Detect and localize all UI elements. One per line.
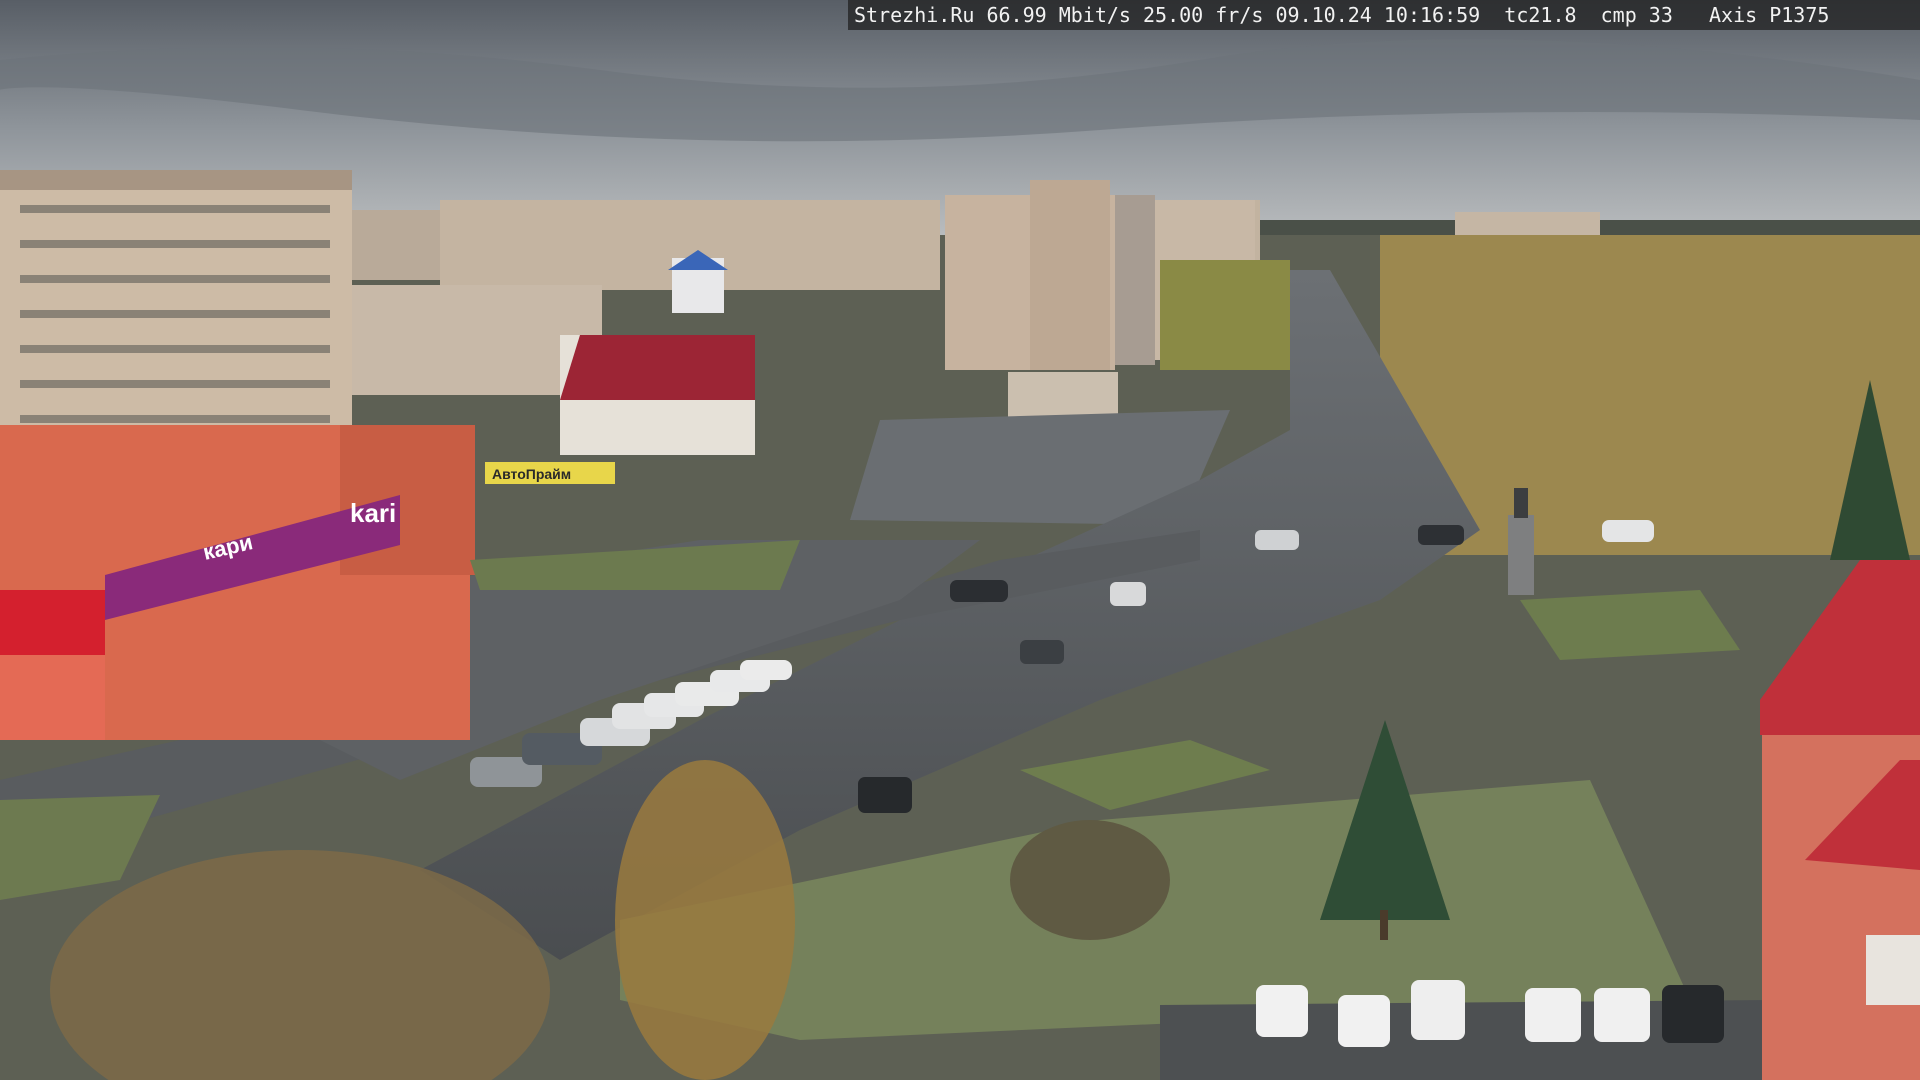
shop-sign: АвтоПрайм — [492, 466, 571, 482]
storefront-building — [0, 425, 475, 740]
monument-pedestal — [1508, 515, 1534, 595]
monument-statue — [1514, 488, 1528, 518]
osd-date: 09.10.24 — [1275, 3, 1372, 27]
osd-site: Strezhi.Ru — [854, 3, 975, 27]
osd-cmp: cmp 33 — [1600, 3, 1673, 27]
camera-scene: kari кари АвтоПрайм — [0, 0, 1920, 1080]
pine-trunk — [1380, 910, 1388, 940]
osd-framerate: 25.00 fr/s — [1143, 3, 1264, 27]
low-building-center — [1008, 372, 1118, 420]
red-roof — [560, 335, 755, 400]
lawn-right — [1520, 590, 1740, 660]
osd-tc: tc21.8 — [1504, 3, 1577, 27]
camera-osd-overlay: Strezhi.Ru 66.99 Mbit/s 25.00 fr/s 09.10… — [848, 0, 1920, 30]
kari-logo: kari — [350, 498, 396, 528]
osd-camera-model: Axis P1375 — [1709, 3, 1830, 27]
bush-foreground — [1010, 820, 1170, 940]
osd-time: 10:16:59 — [1383, 3, 1481, 27]
autumn-tree-center — [615, 760, 795, 1080]
osd-bitrate: 66.99 Mbit/s — [986, 3, 1131, 27]
